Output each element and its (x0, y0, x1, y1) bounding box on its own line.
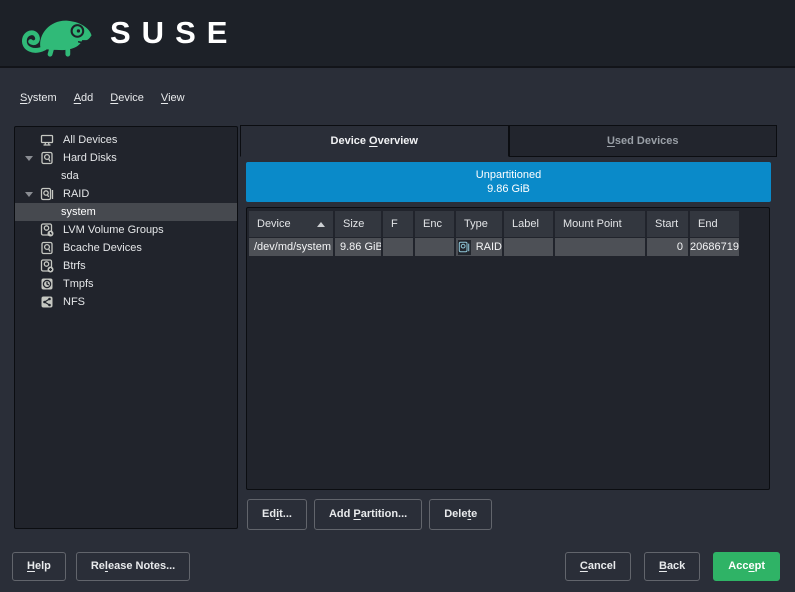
sort-ascending-icon (317, 222, 325, 227)
cell-label (504, 238, 553, 256)
tree-item-lvm-volume-groups[interactable]: LVM Volume Groups (15, 221, 237, 239)
btrfs-icon (37, 259, 57, 273)
cancel-button[interactable]: Cancel (565, 552, 631, 581)
expand-arrow-icon[interactable] (21, 156, 37, 161)
tab-device-overview[interactable]: Device Overview (240, 125, 509, 157)
cell-enc (415, 238, 454, 256)
tree-item-btrfs[interactable]: Btrfs (15, 257, 237, 275)
table-row[interactable]: /dev/md/system 9.86 GiB RAID 0 20686719 (249, 238, 769, 256)
hard-disk-icon (37, 151, 57, 165)
menu-view[interactable]: View (161, 92, 185, 104)
tab-used-devices[interactable]: Used Devices (509, 125, 778, 157)
column-header-enc[interactable]: Enc (415, 211, 454, 237)
accept-button[interactable]: Accept (713, 552, 780, 581)
footer-left-buttons: Help Release Notes... (12, 552, 190, 581)
cell-f (383, 238, 413, 256)
cell-mount-point (555, 238, 645, 256)
raid-device-icon (458, 240, 471, 255)
column-header-type[interactable]: Type (456, 211, 502, 237)
menu-system[interactable]: System (20, 92, 57, 104)
region-size: 9.86 GiB (246, 182, 771, 196)
nfs-icon (37, 295, 57, 309)
cell-device: /dev/md/system (249, 238, 333, 256)
lvm-icon (37, 223, 57, 237)
tree-item-tmpfs[interactable]: Tmpfs (15, 275, 237, 293)
tree-label: Btrfs (63, 260, 86, 272)
tree-label: RAID (63, 188, 89, 200)
bcache-icon (37, 241, 57, 255)
partitions-table: Device Size F Enc Type Label Mount Point… (246, 207, 770, 490)
table-actions: Edit... Add Partition... Delete (247, 499, 492, 530)
tree-item-hard-disks[interactable]: Hard Disks (15, 149, 237, 167)
column-header-device[interactable]: Device (249, 211, 333, 237)
brand-name: SUSE (110, 15, 238, 51)
tree-label: Hard Disks (63, 152, 117, 164)
tree-label: sda (61, 170, 79, 182)
help-button[interactable]: Help (12, 552, 66, 581)
table-header: Device Size F Enc Type Label Mount Point… (249, 211, 769, 237)
tree-label: LVM Volume Groups (63, 224, 164, 236)
column-header-label[interactable]: Label (504, 211, 553, 237)
add-partition-button[interactable]: Add Partition... (314, 499, 422, 530)
tmpfs-icon (37, 277, 57, 291)
column-header-mount-point[interactable]: Mount Point (555, 211, 645, 237)
tree-label: Bcache Devices (63, 242, 142, 254)
tree-label: NFS (63, 296, 85, 308)
delete-button[interactable]: Delete (429, 499, 492, 530)
tree-item-bcache-devices[interactable]: Bcache Devices (15, 239, 237, 257)
chameleon-icon (20, 9, 102, 57)
suse-logo: SUSE (20, 9, 238, 57)
menu-add[interactable]: Add (74, 92, 94, 104)
column-header-f[interactable]: F (383, 211, 413, 237)
column-header-start[interactable]: Start (647, 211, 688, 237)
tree-label: system (61, 206, 96, 218)
cell-start: 0 (647, 238, 688, 256)
cell-type: RAID (456, 238, 502, 256)
device-tree-panel: All Devices Hard Disks sda RAID system L… (14, 126, 238, 529)
menu-device[interactable]: Device (110, 92, 144, 104)
tree-item-system[interactable]: system (15, 203, 237, 221)
tab-bar: Device Overview Used Devices (240, 125, 777, 157)
unpartitioned-region-bar: Unpartitioned 9.86 GiB (246, 162, 771, 202)
tree-label: All Devices (63, 134, 117, 146)
column-header-size[interactable]: Size (335, 211, 381, 237)
menu-bar: System Add Device View (20, 92, 185, 104)
footer-right-buttons: Cancel Back Accept (565, 552, 780, 581)
back-button[interactable]: Back (644, 552, 700, 581)
cell-size: 9.86 GiB (335, 238, 381, 256)
computer-icon (37, 133, 57, 147)
tree-item-nfs[interactable]: NFS (15, 293, 237, 311)
cell-end: 20686719 (690, 238, 739, 256)
raid-icon (37, 187, 57, 201)
column-header-end[interactable]: End (690, 211, 739, 237)
tree-item-sda[interactable]: sda (15, 167, 237, 185)
release-notes-button[interactable]: Release Notes... (76, 552, 190, 581)
edit-button[interactable]: Edit... (247, 499, 307, 530)
expand-arrow-icon[interactable] (21, 192, 37, 197)
top-brand-bar: SUSE (0, 0, 795, 68)
tree-item-raid[interactable]: RAID (15, 185, 237, 203)
region-label: Unpartitioned (246, 168, 771, 182)
tree-label: Tmpfs (63, 278, 94, 290)
tree-item-all-devices[interactable]: All Devices (15, 131, 237, 149)
